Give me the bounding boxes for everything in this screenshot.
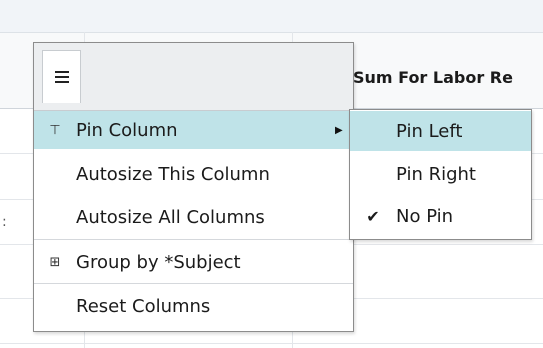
menu-item-label: Autosize All Columns <box>76 206 265 228</box>
pin-icon: ⊤ <box>49 122 61 138</box>
group-icon: ⊞ <box>49 254 61 270</box>
submenu-item-label: Pin Right <box>396 163 476 185</box>
menu-item-group-by-subject[interactable]: ⊞ Group by *Subject <box>34 243 353 281</box>
grid-row-divider <box>0 343 543 344</box>
menu-item-autosize-all-columns[interactable]: Autosize All Columns <box>34 198 353 236</box>
column-menu-tabbar <box>34 43 353 111</box>
submenu-item-pin-right[interactable]: Pin Right <box>350 154 531 194</box>
submenu-item-label: Pin Left <box>396 120 463 142</box>
submenu-item-label: No Pin <box>396 205 454 227</box>
menu-item-label: Pin Column <box>76 119 178 141</box>
pin-submenu: Pin Left Pin Right ✔ No Pin <box>349 109 532 240</box>
menu-separator <box>34 283 353 284</box>
submenu-item-pin-left[interactable]: Pin Left <box>350 111 531 151</box>
column-header-sum-for-labor[interactable]: Sum For Labor Re <box>353 68 543 87</box>
checkmark-icon: ✔ <box>366 206 380 226</box>
submenu-item-no-pin[interactable]: ✔ No Pin <box>350 196 531 236</box>
menu-item-autosize-this-column[interactable]: Autosize This Column <box>34 155 353 193</box>
menu-item-label: Reset Columns <box>76 295 211 317</box>
menu-item-reset-columns[interactable]: Reset Columns <box>34 287 353 325</box>
menu-item-label: Group by *Subject <box>76 251 241 273</box>
hamburger-icon <box>54 71 69 83</box>
menu-item-pin-column[interactable]: ⊤ Pin Column ▶ <box>34 111 353 149</box>
general-menu-tab[interactable] <box>42 50 81 103</box>
menu-item-label: Autosize This Column <box>76 163 270 185</box>
column-menu: ⊤ Pin Column ▶ Autosize This Column Auto… <box>33 42 354 332</box>
menu-separator <box>34 239 353 240</box>
grid-cell-fragment: : <box>2 214 7 230</box>
grid-top-strip <box>0 0 543 33</box>
